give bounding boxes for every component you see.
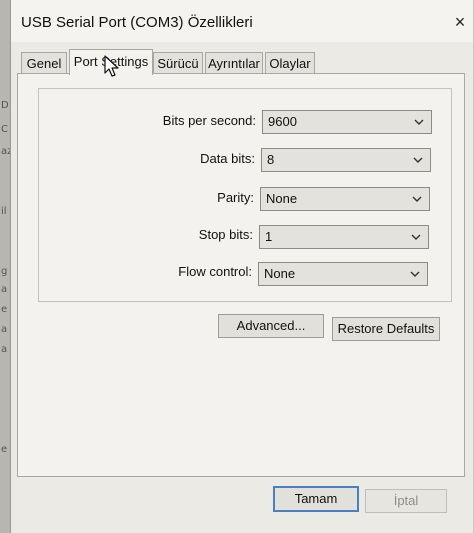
stop-bits-value: 1 bbox=[265, 229, 273, 244]
background-text: a bbox=[1, 344, 8, 355]
flow-control-label: Flow control: bbox=[178, 264, 252, 279]
data-bits-select[interactable]: 8 bbox=[261, 148, 431, 172]
ok-button[interactable]: Tamam bbox=[273, 486, 359, 512]
title-bar[interactable]: USB Serial Port (COM3) Özellikleri × bbox=[11, 0, 473, 42]
bits-per-second-select[interactable]: 9600 bbox=[262, 110, 432, 134]
dialog-title: USB Serial Port (COM3) Özellikleri bbox=[21, 14, 253, 31]
flow-control-select[interactable]: None bbox=[258, 262, 428, 286]
chevron-down-icon bbox=[414, 119, 424, 125]
chevron-down-icon bbox=[411, 234, 421, 240]
background-text: e bbox=[1, 444, 8, 455]
tab-strip: Genel Port Settings Sürücü Ayrıntılar Ol… bbox=[17, 49, 467, 75]
background-text: e bbox=[1, 304, 8, 315]
background-text: D bbox=[1, 100, 9, 111]
tab-genel[interactable]: Genel bbox=[21, 52, 67, 74]
bits-per-second-label: Bits per second: bbox=[162, 113, 256, 128]
parity-value: None bbox=[266, 191, 298, 206]
cancel-button[interactable]: İptal bbox=[365, 489, 447, 513]
flow-control-value: None bbox=[264, 266, 296, 281]
advanced-button[interactable]: Advanced... bbox=[218, 314, 324, 338]
data-bits-value: 8 bbox=[267, 152, 275, 167]
close-icon[interactable]: × bbox=[447, 10, 473, 34]
bits-per-second-value: 9600 bbox=[268, 114, 297, 129]
stop-bits-label: Stop bits: bbox=[198, 227, 253, 242]
chevron-down-icon bbox=[412, 196, 422, 202]
background-text: C bbox=[1, 124, 8, 135]
restore-defaults-button[interactable]: Restore Defaults bbox=[332, 317, 440, 341]
data-bits-label: Data bits: bbox=[200, 151, 255, 166]
mouse-pointer-icon bbox=[104, 55, 119, 77]
stop-bits-select[interactable]: 1 bbox=[259, 225, 429, 249]
chevron-down-icon bbox=[413, 157, 423, 163]
port-settings-panel: Bits per second: 9600 Data bits: 8 Parit… bbox=[17, 73, 465, 477]
background-text: il bbox=[1, 206, 7, 217]
background-text: g bbox=[1, 266, 8, 277]
background-text: a bbox=[1, 284, 8, 295]
tab-olaylar[interactable]: Olaylar bbox=[265, 52, 315, 74]
parity-label: Parity: bbox=[217, 190, 254, 205]
tab-surucu[interactable]: Sürücü bbox=[153, 52, 203, 74]
background-text: a bbox=[1, 324, 8, 335]
properties-dialog: USB Serial Port (COM3) Özellikleri × Gen… bbox=[10, 0, 473, 533]
chevron-down-icon bbox=[410, 271, 420, 277]
tab-ayrintilar[interactable]: Ayrıntılar bbox=[205, 52, 263, 74]
parity-select[interactable]: None bbox=[260, 187, 430, 211]
